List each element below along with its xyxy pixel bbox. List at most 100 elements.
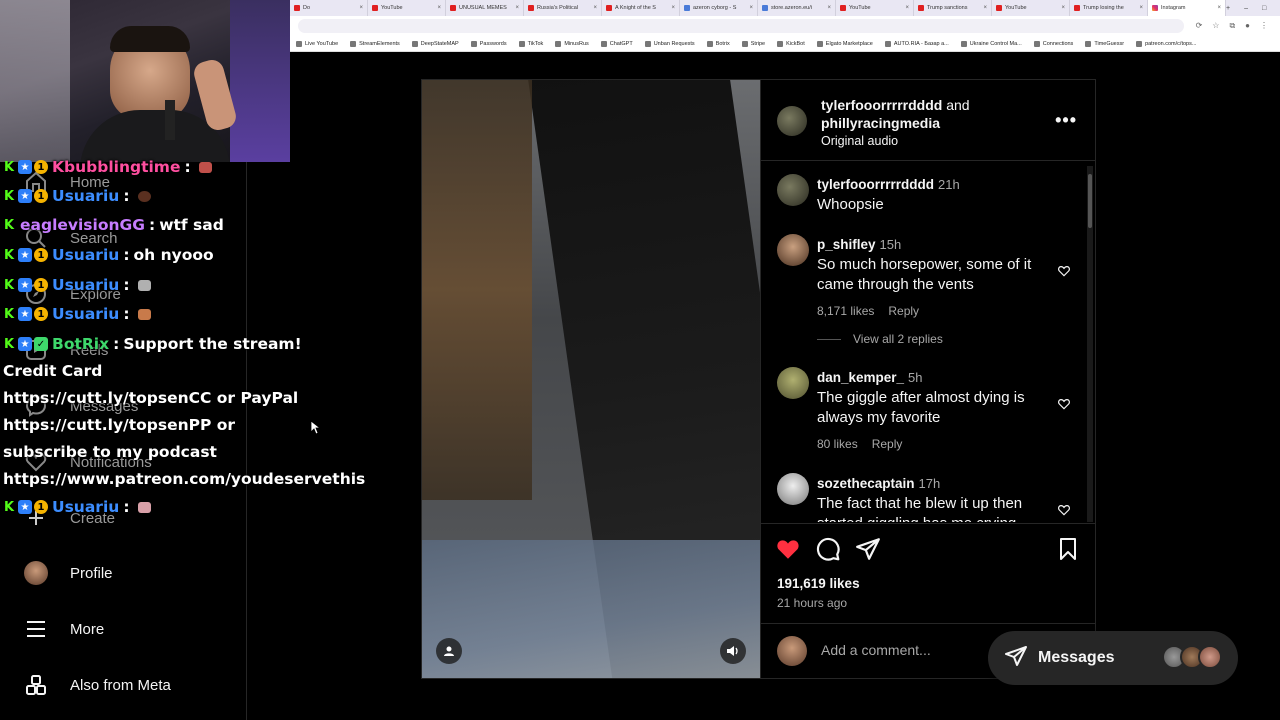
messages-pill-button[interactable]: Messages bbox=[988, 631, 1238, 685]
comment-input[interactable]: Add a comment... bbox=[821, 642, 931, 658]
close-icon[interactable]: × bbox=[437, 5, 441, 11]
author-username[interactable]: tylerfooorrrrrdddd bbox=[821, 97, 942, 113]
menu-icon bbox=[22, 615, 50, 643]
comment-likes[interactable]: 8,171 likes bbox=[817, 304, 874, 318]
reply-button[interactable]: Reply bbox=[872, 437, 903, 451]
close-icon[interactable]: × bbox=[905, 5, 909, 11]
like-heart-icon[interactable] bbox=[775, 536, 801, 567]
browser-tab[interactable]: UNUSUAL MEMES × bbox=[446, 0, 524, 16]
comment-time: 15h bbox=[879, 237, 902, 252]
bookmark-item[interactable]: Stripe bbox=[736, 40, 771, 47]
browser-tab[interactable]: Trump losing the × bbox=[1070, 0, 1148, 16]
chat-separator: : bbox=[123, 276, 130, 294]
close-icon[interactable]: × bbox=[671, 5, 675, 11]
close-icon[interactable]: × bbox=[359, 5, 363, 11]
browser-tab[interactable]: Russia's Political × bbox=[524, 0, 602, 16]
bookmark-item[interactable]: Unban Requests bbox=[639, 40, 701, 47]
browser-tab[interactable]: YouTube × bbox=[836, 0, 914, 16]
star-icon[interactable]: ☆ bbox=[1212, 21, 1219, 31]
bookmark-item[interactable]: TikTok bbox=[513, 40, 550, 47]
scrollbar-thumb[interactable] bbox=[1088, 174, 1092, 228]
bookmark-item[interactable]: Passwords bbox=[465, 40, 513, 47]
sidebar-item-more[interactable]: More bbox=[22, 609, 242, 649]
bookmark-item[interactable]: Live YouTube bbox=[290, 40, 344, 47]
close-icon[interactable]: × bbox=[1139, 5, 1143, 11]
bookmark-item[interactable]: Elgato Marketplace bbox=[811, 40, 879, 47]
close-icon[interactable]: × bbox=[983, 5, 987, 11]
like-comment-icon[interactable] bbox=[1057, 503, 1071, 520]
comment-username[interactable]: sozethecaptain bbox=[817, 476, 915, 491]
view-replies-button[interactable]: View all 2 replies bbox=[817, 332, 943, 346]
bookmark-item[interactable]: TimeGuessr bbox=[1079, 40, 1130, 47]
close-icon[interactable]: × bbox=[827, 5, 831, 11]
bookmark-icon[interactable] bbox=[1056, 536, 1080, 567]
sidebar-item-profile[interactable]: Profile bbox=[22, 553, 242, 593]
bookmark-item[interactable]: KickBot bbox=[771, 40, 811, 47]
tagged-people-button[interactable] bbox=[436, 638, 462, 664]
browser-tab[interactable]: Do × bbox=[290, 0, 368, 16]
like-comment-icon[interactable] bbox=[1057, 397, 1071, 414]
chat-separator: : bbox=[123, 187, 130, 205]
browser-tab[interactable]: YouTube × bbox=[368, 0, 446, 16]
close-icon[interactable]: × bbox=[749, 5, 753, 11]
avatar[interactable] bbox=[777, 234, 809, 266]
minimize-icon[interactable]: – bbox=[1244, 5, 1248, 12]
extensions-icon[interactable]: ⧉ bbox=[1229, 21, 1235, 31]
close-icon[interactable]: × bbox=[515, 5, 519, 11]
avatar[interactable] bbox=[777, 174, 809, 206]
bookmark-item[interactable]: ChatGPT bbox=[595, 40, 639, 47]
refresh-icon[interactable]: ⟳ bbox=[1196, 21, 1203, 31]
bookmark-item[interactable]: StreamElements bbox=[344, 40, 406, 47]
browser-tab[interactable]: YouTube × bbox=[992, 0, 1070, 16]
bookmark-item[interactable]: patreon.com/c/tops... bbox=[1130, 40, 1202, 47]
avatar[interactable] bbox=[777, 473, 809, 505]
bookmark-favicon-icon bbox=[884, 40, 891, 47]
kebab-menu-icon[interactable]: ⋮ bbox=[1260, 21, 1268, 31]
comment-username[interactable]: dan_kemper_ bbox=[817, 370, 904, 385]
like-comment-icon[interactable] bbox=[1057, 264, 1071, 281]
reel-video[interactable] bbox=[422, 80, 760, 678]
profile-icon[interactable]: ● bbox=[1245, 21, 1250, 31]
reply-button[interactable]: Reply bbox=[888, 304, 919, 318]
avatar[interactable] bbox=[777, 106, 807, 136]
browser-tab-active[interactable]: Instagram × bbox=[1148, 0, 1226, 16]
browser-tab[interactable]: Trump sanctions × bbox=[914, 0, 992, 16]
collaborator-username[interactable]: phillyracingmedia bbox=[821, 115, 940, 131]
close-icon[interactable]: × bbox=[593, 5, 597, 11]
bookmark-item[interactable]: DeepStateMAP bbox=[406, 40, 465, 47]
bookmark-favicon-icon bbox=[518, 40, 525, 47]
kick-badge-icon: K bbox=[3, 159, 15, 175]
tab-label: Trump losing the bbox=[1083, 5, 1124, 11]
more-options-icon[interactable]: ••• bbox=[1055, 110, 1077, 131]
close-icon[interactable]: × bbox=[1061, 5, 1065, 11]
person-icon bbox=[444, 646, 454, 656]
browser-tab[interactable]: azeron cyborg - S × bbox=[680, 0, 758, 16]
new-tab-icon[interactable]: + bbox=[1226, 5, 1230, 12]
close-icon[interactable]: × bbox=[1217, 5, 1221, 11]
chat-separator: : bbox=[184, 158, 191, 176]
youtube-icon bbox=[606, 5, 612, 11]
bookmark-item[interactable]: Ukraine Control Ma... bbox=[955, 40, 1028, 47]
comment-username[interactable]: p_shifley bbox=[817, 237, 876, 252]
bookmark-item[interactable]: Botrix bbox=[701, 40, 736, 47]
address-bar[interactable] bbox=[298, 19, 1184, 33]
bookmark-item[interactable]: Connections bbox=[1028, 40, 1080, 47]
share-icon[interactable] bbox=[855, 536, 881, 567]
tab-label: Instagram bbox=[1161, 5, 1186, 11]
comments-scrollbar[interactable] bbox=[1087, 166, 1093, 522]
gift-badge-icon: 1 bbox=[34, 307, 48, 321]
browser-tab[interactable]: A Knight of the S × bbox=[602, 0, 680, 16]
bookmark-item[interactable]: MinusRus bbox=[549, 40, 594, 47]
likes-count[interactable]: 191,619 likes bbox=[777, 576, 860, 591]
sidebar-item-also-from-meta[interactable]: Also from Meta bbox=[22, 665, 242, 705]
audio-toggle-button[interactable] bbox=[720, 638, 746, 664]
bookmark-item[interactable]: AUTO.RIA - Базар а... bbox=[879, 40, 955, 47]
comment-username[interactable]: tylerfooorrrrrdddd bbox=[817, 177, 934, 192]
comment-likes[interactable]: 80 likes bbox=[817, 437, 858, 451]
comment-icon[interactable] bbox=[815, 536, 841, 567]
maximize-icon[interactable]: □ bbox=[1262, 5, 1266, 12]
audio-label[interactable]: Original audio bbox=[821, 132, 970, 150]
browser-tab[interactable]: store.azeron.eu/i × bbox=[758, 0, 836, 16]
bookmark-favicon-icon bbox=[816, 40, 823, 47]
avatar[interactable] bbox=[777, 367, 809, 399]
